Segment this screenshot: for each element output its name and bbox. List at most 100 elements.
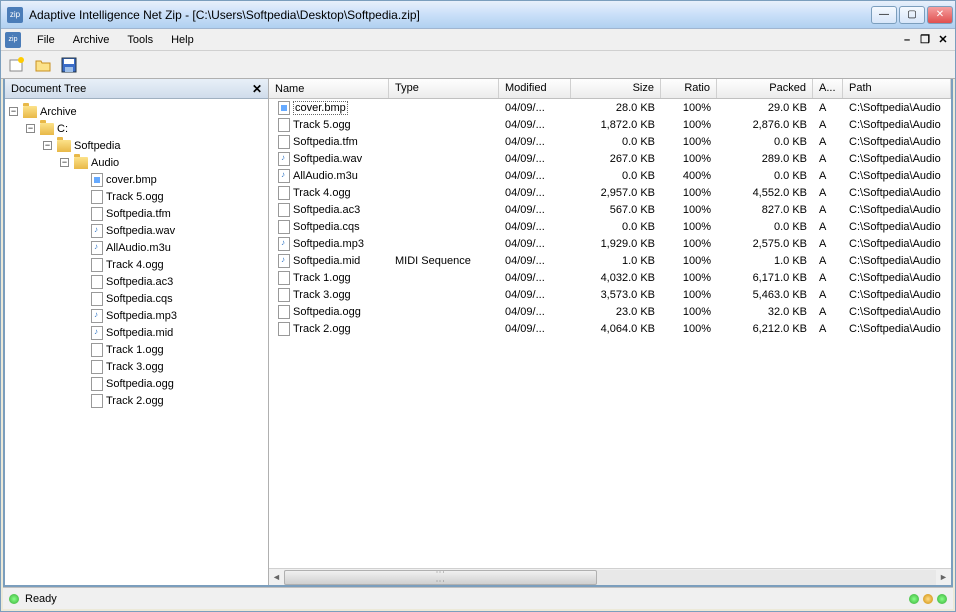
file-icon bbox=[91, 326, 103, 340]
cell-packed: 827.0 KB bbox=[717, 204, 813, 216]
tree-file[interactable]: cover.bmp bbox=[9, 171, 264, 188]
scroll-right-arrow[interactable]: ► bbox=[936, 570, 951, 585]
file-icon bbox=[91, 258, 103, 272]
scroll-left-arrow[interactable]: ◄ bbox=[269, 570, 284, 585]
sidebar-close-button[interactable]: ✕ bbox=[252, 82, 262, 96]
menu-help[interactable]: Help bbox=[163, 31, 202, 49]
cell-name: Track 5.ogg bbox=[269, 118, 389, 132]
open-folder-icon bbox=[35, 57, 51, 73]
file-icon bbox=[278, 118, 290, 132]
table-row[interactable]: Track 5.ogg04/09/...1,872.0 KB100%2,876.… bbox=[269, 116, 951, 133]
tree-file[interactable]: Track 2.ogg bbox=[9, 392, 264, 409]
col-packed[interactable]: Packed bbox=[717, 79, 813, 98]
cell-attributes: A bbox=[813, 153, 843, 165]
file-icon bbox=[278, 237, 290, 251]
expander-icon[interactable]: − bbox=[26, 124, 35, 133]
cell-attributes: A bbox=[813, 119, 843, 131]
cell-modified: 04/09/... bbox=[499, 170, 571, 182]
tree-folder-audio[interactable]: −Audio bbox=[9, 154, 264, 171]
tree-file[interactable]: Softpedia.mid bbox=[9, 324, 264, 341]
table-row[interactable]: Track 1.ogg04/09/...4,032.0 KB100%6,171.… bbox=[269, 269, 951, 286]
col-size[interactable]: Size bbox=[571, 79, 661, 98]
tree-file[interactable]: Softpedia.wav bbox=[9, 222, 264, 239]
file-icon bbox=[278, 203, 290, 217]
menu-file[interactable]: File bbox=[29, 31, 63, 49]
mdi-icon[interactable]: zip bbox=[5, 32, 21, 48]
table-row[interactable]: Track 2.ogg04/09/...4,064.0 KB100%6,212.… bbox=[269, 320, 951, 337]
save-button[interactable] bbox=[59, 55, 79, 75]
tree-file[interactable]: Softpedia.mp3 bbox=[9, 307, 264, 324]
tree-file[interactable]: Softpedia.ogg bbox=[9, 375, 264, 392]
cell-size: 1,872.0 KB bbox=[571, 119, 661, 131]
tree-drive[interactable]: −C: bbox=[9, 120, 264, 137]
new-archive-icon bbox=[9, 57, 25, 73]
table-row[interactable]: Softpedia.ac304/09/...567.0 KB100%827.0 … bbox=[269, 201, 951, 218]
table-row[interactable]: Track 3.ogg04/09/...3,573.0 KB100%5,463.… bbox=[269, 286, 951, 303]
tree-archive[interactable]: −Archive bbox=[9, 103, 264, 120]
tree-folder-softpedia[interactable]: −Softpedia bbox=[9, 137, 264, 154]
mdi-close-button[interactable]: ✕ bbox=[935, 33, 951, 47]
table-row[interactable]: Track 4.ogg04/09/...2,957.0 KB100%4,552.… bbox=[269, 184, 951, 201]
tree-file[interactable]: Track 5.ogg bbox=[9, 188, 264, 205]
maximize-button[interactable]: ▢ bbox=[899, 6, 925, 24]
expander-icon[interactable]: − bbox=[43, 141, 52, 150]
close-button[interactable]: ✕ bbox=[927, 6, 953, 24]
titlebar[interactable]: zip Adaptive Intelligence Net Zip - [C:\… bbox=[1, 1, 955, 29]
open-button[interactable] bbox=[33, 55, 53, 75]
cell-modified: 04/09/... bbox=[499, 187, 571, 199]
col-type[interactable]: Type bbox=[389, 79, 499, 98]
expander-icon[interactable]: − bbox=[60, 158, 69, 167]
table-row[interactable]: Softpedia.wav04/09/...267.0 KB100%289.0 … bbox=[269, 150, 951, 167]
tree-file[interactable]: Track 1.ogg bbox=[9, 341, 264, 358]
cell-ratio: 100% bbox=[661, 187, 717, 199]
col-path[interactable]: Path bbox=[843, 79, 951, 98]
new-archive-button[interactable] bbox=[7, 55, 27, 75]
scroll-track[interactable] bbox=[284, 570, 936, 585]
table-row[interactable]: Softpedia.cqs04/09/...0.0 KB100%0.0 KBAC… bbox=[269, 218, 951, 235]
col-ratio[interactable]: Ratio bbox=[661, 79, 717, 98]
cell-ratio: 100% bbox=[661, 204, 717, 216]
mdi-minimize-button[interactable]: – bbox=[899, 33, 915, 47]
tree-file[interactable]: Softpedia.ac3 bbox=[9, 273, 264, 290]
file-icon bbox=[91, 360, 103, 374]
table-row[interactable]: cover.bmp04/09/...28.0 KB100%29.0 KBAC:\… bbox=[269, 99, 951, 116]
menu-tools[interactable]: Tools bbox=[119, 31, 161, 49]
cell-modified: 04/09/... bbox=[499, 238, 571, 250]
horizontal-scrollbar[interactable]: ◄ ► bbox=[269, 568, 951, 585]
table-row[interactable]: AllAudio.m3u04/09/...0.0 KB400%0.0 KBAC:… bbox=[269, 167, 951, 184]
cell-path: C:\Softpedia\Audio bbox=[843, 153, 951, 165]
list-header: Name Type Modified Size Ratio Packed A..… bbox=[269, 79, 951, 99]
sidebar-title: Document Tree bbox=[11, 83, 86, 95]
document-tree[interactable]: −Archive−C:−Softpedia−Audiocover.bmpTrac… bbox=[5, 99, 268, 585]
mdi-restore-button[interactable]: ❐ bbox=[917, 33, 933, 47]
tree-file[interactable]: AllAudio.m3u bbox=[9, 239, 264, 256]
table-row[interactable]: Softpedia.midMIDI Sequence04/09/...1.0 K… bbox=[269, 252, 951, 269]
list-body[interactable]: cover.bmp04/09/...28.0 KB100%29.0 KBAC:\… bbox=[269, 99, 951, 568]
cell-path: C:\Softpedia\Audio bbox=[843, 221, 951, 233]
table-row[interactable]: Softpedia.ogg04/09/...23.0 KB100%32.0 KB… bbox=[269, 303, 951, 320]
col-name[interactable]: Name bbox=[269, 79, 389, 98]
cell-attributes: A bbox=[813, 136, 843, 148]
cell-name: Softpedia.cqs bbox=[269, 220, 389, 234]
file-icon bbox=[278, 135, 290, 149]
col-modified[interactable]: Modified bbox=[499, 79, 571, 98]
tree-file[interactable]: Track 4.ogg bbox=[9, 256, 264, 273]
tree-file[interactable]: Softpedia.cqs bbox=[9, 290, 264, 307]
scroll-thumb[interactable] bbox=[284, 570, 597, 585]
file-icon bbox=[91, 275, 103, 289]
minimize-button[interactable]: — bbox=[871, 6, 897, 24]
table-row[interactable]: Softpedia.mp304/09/...1,929.0 KB100%2,57… bbox=[269, 235, 951, 252]
file-icon bbox=[91, 241, 103, 255]
tree-label: Softpedia.mp3 bbox=[106, 310, 177, 322]
table-row[interactable]: Softpedia.tfm04/09/...0.0 KB100%0.0 KBAC… bbox=[269, 133, 951, 150]
cell-name: Track 2.ogg bbox=[269, 322, 389, 336]
tree-file[interactable]: Track 3.ogg bbox=[9, 358, 264, 375]
col-attributes[interactable]: A... bbox=[813, 79, 843, 98]
cell-size: 0.0 KB bbox=[571, 221, 661, 233]
expander-icon[interactable]: − bbox=[9, 107, 18, 116]
file-icon bbox=[278, 322, 290, 336]
tree-file[interactable]: Softpedia.tfm bbox=[9, 205, 264, 222]
cell-packed: 6,212.0 KB bbox=[717, 323, 813, 335]
menu-archive[interactable]: Archive bbox=[65, 31, 118, 49]
cell-modified: 04/09/... bbox=[499, 272, 571, 284]
